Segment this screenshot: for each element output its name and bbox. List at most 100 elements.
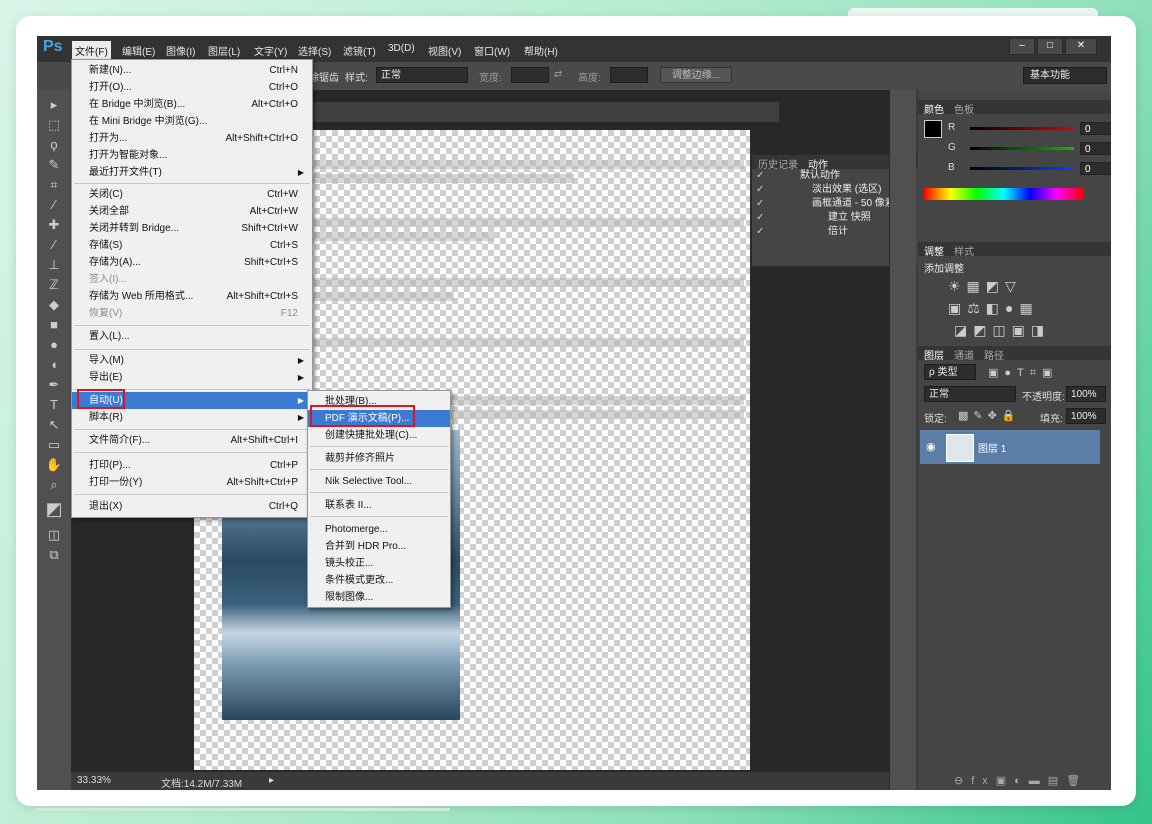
tab-layers[interactable]: 图层 [924,347,944,362]
menu-export[interactable]: 导出(E) ▶ [72,369,312,386]
menu-edit[interactable]: 编辑(E) [119,41,158,60]
color-spectrum[interactable] [924,188,1083,200]
move-tool-icon[interactable]: ▸ [43,96,65,114]
red-slider[interactable]: R 0 [948,122,1111,136]
adjustment-icons-row-3[interactable]: ◪◩◫▣◨ [954,322,1050,339]
tab-adjustments[interactable]: 调整 [924,243,944,258]
menu-check-in[interactable]: 签入(I)... [72,271,312,288]
menu-new[interactable]: 新建(N)... Ctrl+N [72,62,312,79]
menu-place[interactable]: 置入(L)... [72,328,312,345]
crop-tool-icon[interactable]: ⌗ [43,176,65,194]
type-tool-icon[interactable]: T [43,396,65,414]
workspace-select[interactable]: 基本功能 [1023,67,1107,84]
eyedropper-tool-icon[interactable]: ⁄ [43,196,65,214]
height-input[interactable] [610,67,648,83]
refine-edge-button[interactable]: 调整边缘... [660,67,732,83]
menu-merge-hdr[interactable]: 合并到 HDR Pro... [308,538,450,555]
path-select-tool-icon[interactable]: ↖ [43,416,65,434]
menu-open-smart-object[interactable]: 打开为智能对象... [72,147,312,164]
tab-color[interactable]: 颜色 [924,101,944,116]
menu-revert[interactable]: 恢复(V) F12 [72,305,312,322]
green-slider[interactable]: G 0 [948,142,1111,156]
menu-layer[interactable]: 图层(L) [205,41,243,60]
menu-view[interactable]: 视图(V) [425,41,464,60]
history-brush-icon[interactable]: ℤ [43,276,65,294]
menu-save-for-web[interactable]: 存储为 Web 所用格式... Alt+Shift+Ctrl+S [72,288,312,305]
layer-filter-icons[interactable]: ▣●T⌗▣ [988,366,1058,380]
menu-conditional-mode-change[interactable]: 条件模式更改... [308,572,450,589]
color-swatches-icon[interactable]: ◩ [43,500,65,518]
menu-open-as[interactable]: 打开为... Alt+Shift+Ctrl+O [72,130,312,147]
menu-nik-selective-tool[interactable]: Nik Selective Tool... [308,473,450,490]
opacity-input[interactable]: 100% [1066,386,1106,402]
menu-import[interactable]: 导入(M) ▶ [72,352,312,369]
maximize-button[interactable]: □ [1037,38,1063,55]
menu-photomerge[interactable]: Photomerge... [308,521,450,538]
tab-paths[interactable]: 路径 [984,347,1004,362]
menu-save-as[interactable]: 存储为(A)... Shift+Ctrl+S [72,254,312,271]
hand-tool-icon[interactable]: ✋ [43,456,65,474]
eye-icon[interactable]: ◉ [926,440,936,453]
menu-file-info[interactable]: 文件简介(F)... Alt+Shift+Ctrl+I [72,432,312,449]
menu-save[interactable]: 存储(S) Ctrl+S [72,237,312,254]
gradient-tool-icon[interactable]: ■ [43,316,65,334]
lock-icons[interactable]: ▩✎✥🔒 [958,409,1021,422]
menu-window[interactable]: 窗口(W) [471,41,513,60]
healing-tool-icon[interactable]: ✚ [43,216,65,234]
menu-type[interactable]: 文字(Y) [251,41,290,60]
swap-icon[interactable]: ⇄ [554,69,562,80]
status-arrow-icon[interactable]: ▸ [269,775,274,786]
menu-scripts[interactable]: 脚本(R) ▶ [72,409,312,426]
blue-slider[interactable]: B 0 [948,162,1111,176]
zoom-level[interactable]: 33.33% [77,775,111,786]
menu-file[interactable]: 文件(F) [72,41,111,60]
menu-open[interactable]: 打开(O)... Ctrl+O [72,79,312,96]
menu-close-go-bridge[interactable]: 关闭并转到 Bridge... Shift+Ctrl+W [72,220,312,237]
layer-name[interactable]: 图层 1 [978,440,1006,455]
eraser-tool-icon[interactable]: ◆ [43,296,65,314]
menu-print-one-copy[interactable]: 打印一份(Y) Alt+Shift+Ctrl+P [72,474,312,491]
adjustment-icons-row-1[interactable]: ☀▦◩▽ [948,278,1022,295]
layer-filter-select[interactable]: ρ 类型 [924,364,976,380]
layers-footer-icons[interactable]: ⊖fx▣◐▬▤🗑 [954,774,1088,787]
minimize-button[interactable]: – [1009,38,1035,55]
brush-tool-icon[interactable]: ∕ [43,236,65,254]
menu-close[interactable]: 关闭(C) Ctrl+W [72,186,312,203]
layer-row[interactable]: ◉ 图层 1 [920,430,1100,464]
blend-mode-select[interactable]: 正常 [924,386,1016,402]
menu-create-droplet[interactable]: 创建快捷批处理(C)... [308,427,450,444]
menu-browse-mini-bridge[interactable]: 在 Mini Bridge 中浏览(G)... [72,113,312,130]
menu-browse-bridge[interactable]: 在 Bridge 中浏览(B)... Alt+Ctrl+O [72,96,312,113]
stamp-tool-icon[interactable]: ⊥ [43,256,65,274]
width-input[interactable] [511,67,549,83]
fill-input[interactable]: 100% [1066,408,1106,424]
style-select[interactable]: 正常 [376,67,468,83]
adjustment-icons-row-2[interactable]: ▣⚖◧●▦ [948,300,1039,317]
menu-contact-sheet[interactable]: 联系表 II... [308,497,450,514]
menu-help[interactable]: 帮助(H) [521,41,561,60]
dodge-tool-icon[interactable]: ◖ [43,356,65,374]
foreground-color-swatch[interactable] [924,120,942,138]
menu-recent-files[interactable]: 最近打开文件(T) ▶ [72,164,312,181]
menu-select[interactable]: 选择(S) [295,41,334,60]
lasso-tool-icon[interactable]: ϙ [43,136,65,154]
menu-image[interactable]: 图像(I) [163,41,198,60]
menu-close-all[interactable]: 关闭全部 Alt+Ctrl+W [72,203,312,220]
tab-styles[interactable]: 样式 [954,243,974,258]
marquee-tool-icon[interactable]: ⬚ [43,116,65,134]
close-button[interactable]: ✕ [1065,38,1097,55]
tab-swatches[interactable]: 色板 [954,101,974,116]
quick-select-tool-icon[interactable]: ✎ [43,156,65,174]
shape-tool-icon[interactable]: ▭ [43,436,65,454]
blur-tool-icon[interactable]: ● [43,336,65,354]
quick-mask-icon[interactable]: ◫ [43,526,65,544]
menu-3d[interactable]: 3D(D) [385,41,418,56]
pen-tool-icon[interactable]: ✒ [43,376,65,394]
screen-mode-icon[interactable]: ⧉ [43,546,65,564]
menu-exit[interactable]: 退出(X) Ctrl+Q [72,498,312,515]
menu-print[interactable]: 打印(P)... Ctrl+P [72,457,312,474]
menu-fit-image[interactable]: 限制图像... [308,589,450,606]
tab-channels[interactable]: 通道 [954,347,974,362]
zoom-tool-icon[interactable]: ⌕ [43,476,65,494]
menu-lens-correction[interactable]: 镜头校正... [308,555,450,572]
